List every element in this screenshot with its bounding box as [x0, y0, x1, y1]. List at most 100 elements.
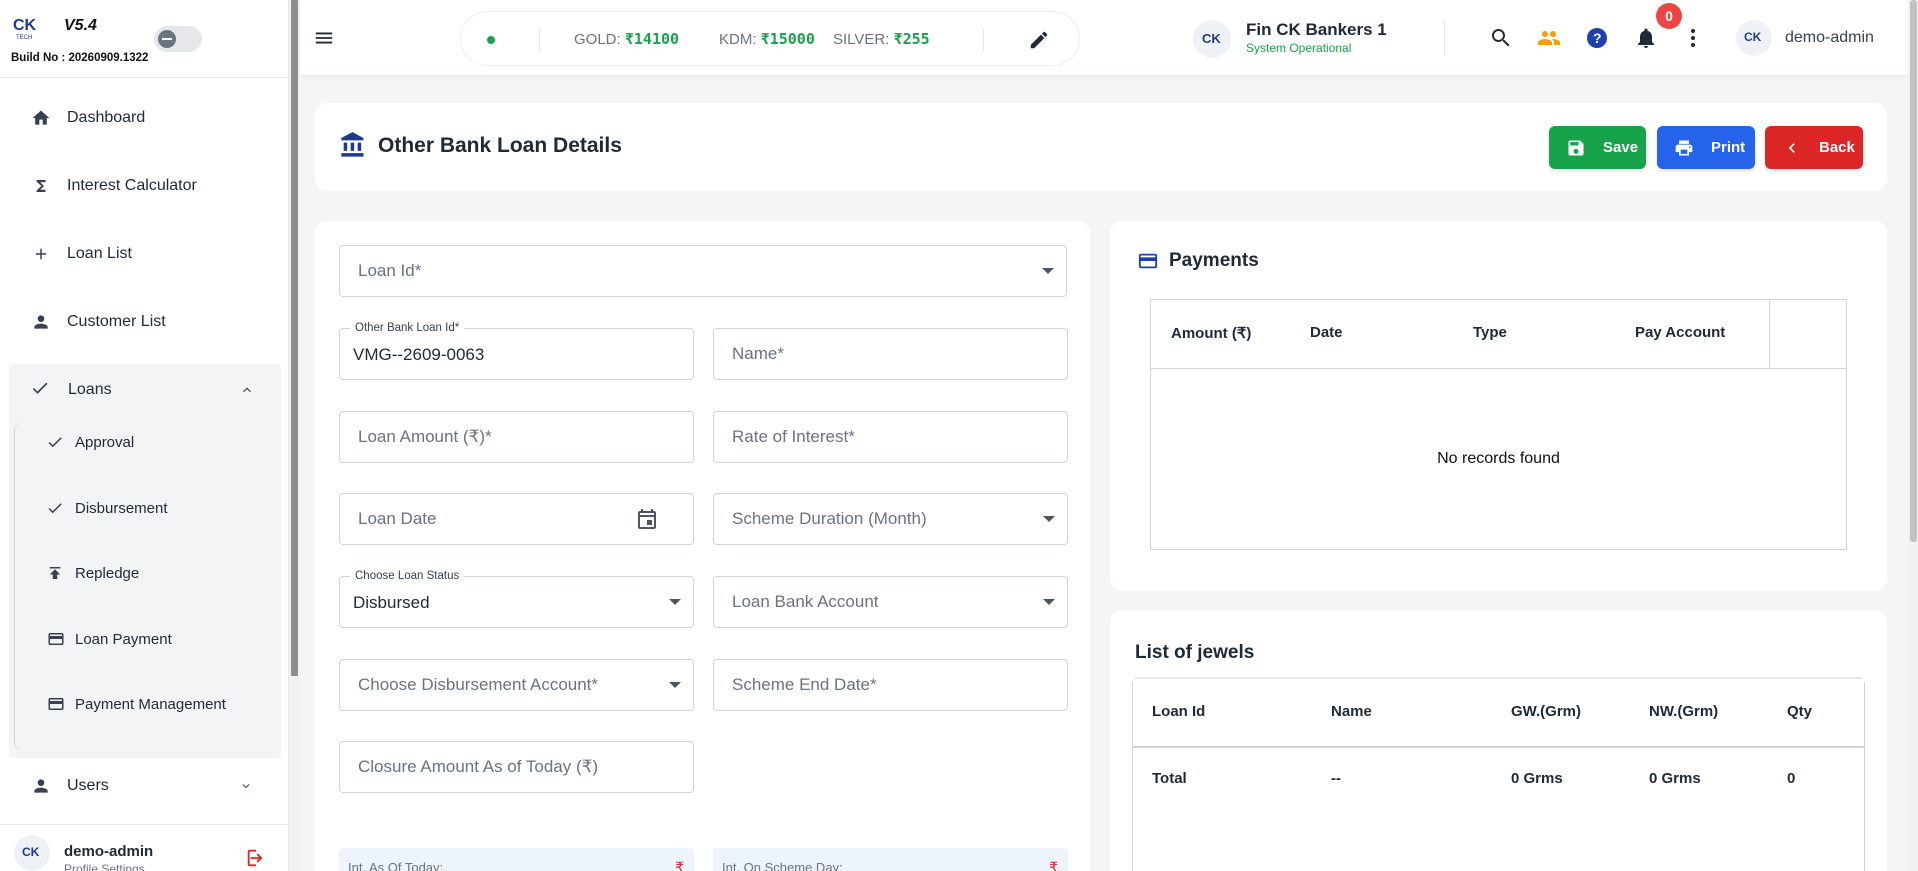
- plus-icon: [30, 243, 52, 265]
- rate-of-interest-field[interactable]: Rate of Interest*: [713, 411, 1068, 463]
- divider: [539, 29, 540, 51]
- divider: [1135, 677, 1862, 679]
- pencil-icon[interactable]: [1028, 29, 1050, 51]
- calendar-icon[interactable]: [635, 507, 659, 531]
- sidebar-scrollbar[interactable]: [289, 0, 300, 871]
- scheme-duration-select[interactable]: Scheme Duration (Month): [713, 493, 1068, 545]
- sidebar-item-label: Disbursement: [75, 499, 168, 517]
- chevron-left-icon: [1788, 142, 1795, 153]
- avatar[interactable]: CK: [1736, 20, 1772, 56]
- dropdown-arrow-icon: [669, 599, 681, 605]
- divider: [983, 29, 984, 51]
- svg-text:TECH: TECH: [16, 35, 32, 40]
- divider: [1151, 368, 1846, 369]
- kdm-rate: KDM: ₹15000: [719, 30, 815, 48]
- app-version: V5.4: [64, 17, 97, 34]
- profile-settings-link[interactable]: Profile Settings: [64, 862, 145, 871]
- notification-badge: 0: [1656, 3, 1682, 29]
- sidebar-item-users[interactable]: Users: [0, 756, 289, 816]
- loan-bank-account-select[interactable]: Loan Bank Account: [713, 576, 1068, 628]
- sidebar-item-approval[interactable]: Approval: [15, 422, 277, 462]
- chevron-up-icon[interactable]: [239, 382, 255, 398]
- sidebar-item-label: Loan Payment: [75, 630, 172, 648]
- rate-value: ₹14100: [624, 30, 680, 48]
- disbursement-account-select[interactable]: Choose Disbursement Account*: [339, 659, 694, 711]
- sidebar-item-label: Interest Calculator: [67, 177, 197, 194]
- toggle-knob: [158, 30, 176, 48]
- sidebar-item-loans[interactable]: Loans: [9, 364, 281, 416]
- name-field[interactable]: Name*: [713, 328, 1068, 380]
- jewels-table: Loan Id Name GW.(Grm) NW.(Grm) Qty Total…: [1132, 682, 1865, 871]
- sidebar-item-interest-calculator[interactable]: Interest Calculator: [0, 156, 289, 216]
- save-button[interactable]: Save: [1549, 126, 1646, 169]
- main-scrollbar-thumb[interactable]: [1910, 0, 1917, 542]
- theme-toggle[interactable]: [154, 26, 202, 52]
- print-button[interactable]: Print: [1657, 126, 1755, 169]
- total-cell: 0 Grms: [1649, 770, 1701, 787]
- chevron-down-icon[interactable]: [239, 779, 253, 793]
- bank-icon: [341, 132, 364, 157]
- closure-amount-placeholder: Closure Amount As of Today (₹): [358, 757, 599, 776]
- sidebar-item-label: Loan List: [67, 245, 132, 262]
- field-label: Other Bank Loan Id*: [350, 322, 465, 334]
- check-icon: [46, 433, 66, 451]
- menu-icon[interactable]: [313, 27, 335, 49]
- save-icon: [1568, 140, 1584, 155]
- build-number: Build No : 20260909.1322: [11, 52, 149, 64]
- column-header: Loan Id: [1152, 703, 1206, 720]
- scheme-end-date-field[interactable]: Scheme End Date*: [713, 659, 1068, 711]
- loan-amount-field[interactable]: Loan Amount (₹)*: [339, 411, 694, 463]
- jewels-card: List of jewels Loan Id Name GW.(Grm) NW.…: [1110, 610, 1887, 871]
- sidebar-item-label: Dashboard: [67, 109, 146, 126]
- person-icon: [30, 775, 52, 797]
- page-header: Other Bank Loan Details Save Print Back: [315, 103, 1887, 191]
- other-bank-loan-id-field[interactable]: Other Bank Loan Id* VMG--2609-0063: [339, 322, 694, 380]
- jewels-title: List of jewels: [1135, 642, 1255, 663]
- field-label: Choose Loan Status: [350, 570, 465, 582]
- sidebar-item-customer-list[interactable]: Customer List: [0, 292, 289, 352]
- bell-icon[interactable]: [1634, 26, 1658, 50]
- help-icon[interactable]: ?: [1585, 26, 1609, 50]
- logout-icon[interactable]: [245, 847, 267, 869]
- loan-amount-placeholder: Loan Amount (₹)*: [358, 427, 492, 446]
- sidebar-item-repledge[interactable]: Repledge: [15, 553, 277, 593]
- check-icon: [30, 378, 52, 403]
- org-name: Fin CK Bankers 1: [1246, 20, 1387, 39]
- sidebar-item-disbursement[interactable]: Disbursement: [15, 488, 277, 528]
- search-icon[interactable]: [1489, 26, 1513, 50]
- system-status: System Operational: [1246, 41, 1352, 55]
- loan-status-select[interactable]: Choose Loan Status Disbursed: [339, 570, 694, 628]
- sidebar-scrollbar-thumb[interactable]: [291, 0, 298, 676]
- group-icon[interactable]: [1537, 26, 1561, 50]
- closure-amount-field[interactable]: Closure Amount As of Today (₹): [339, 741, 694, 793]
- empty-state: No records found: [1437, 450, 1560, 467]
- sidebar-footer: CK demo-admin Profile Settings: [0, 824, 289, 871]
- loan-id-select[interactable]: Loan Id*: [339, 245, 1067, 297]
- loans-submenu: Approval Disbursement Repledge Loan Paym…: [14, 422, 276, 750]
- loan-date-field[interactable]: Loan Date: [339, 493, 694, 545]
- ck-logo-icon: CK: [22, 845, 40, 859]
- interest-value: ₹: [1049, 859, 1058, 871]
- column-header: Name: [1331, 703, 1372, 720]
- payments-title: Payments: [1169, 250, 1259, 271]
- sidebar-item-label: Payment Management: [75, 695, 226, 713]
- more-vertical-icon[interactable]: [1681, 26, 1705, 50]
- card-icon: [1138, 253, 1158, 269]
- avatar[interactable]: CK: [14, 835, 50, 871]
- sidebar-item-loan-payment[interactable]: Loan Payment: [15, 619, 277, 659]
- loans-group: Loans Approval Disbursement Repledge Loa…: [9, 364, 281, 758]
- interest-label: Int. As Of Today:: [348, 860, 444, 871]
- print-icon: [1675, 140, 1693, 155]
- main-scrollbar[interactable]: [1908, 0, 1918, 871]
- svg-text:CK: CK: [1744, 30, 1762, 44]
- svg-text:CK: CK: [22, 845, 40, 859]
- sidebar-item-dashboard[interactable]: Dashboard: [0, 88, 289, 148]
- sidebar-item-payment-management[interactable]: Payment Management: [15, 684, 277, 724]
- top-username[interactable]: demo-admin: [1785, 29, 1874, 47]
- sidebar-item-loan-list[interactable]: Loan List: [0, 224, 289, 284]
- metal-rates-bar: GOLD: ₹14100 KDM: ₹15000 SILVER: ₹255: [460, 11, 1080, 66]
- footer-username[interactable]: demo-admin: [64, 843, 153, 860]
- rate-value: ₹15000: [760, 30, 815, 48]
- back-button[interactable]: Back: [1765, 126, 1863, 169]
- interest-as-of-today: Int. As Of Today: ₹: [339, 848, 694, 871]
